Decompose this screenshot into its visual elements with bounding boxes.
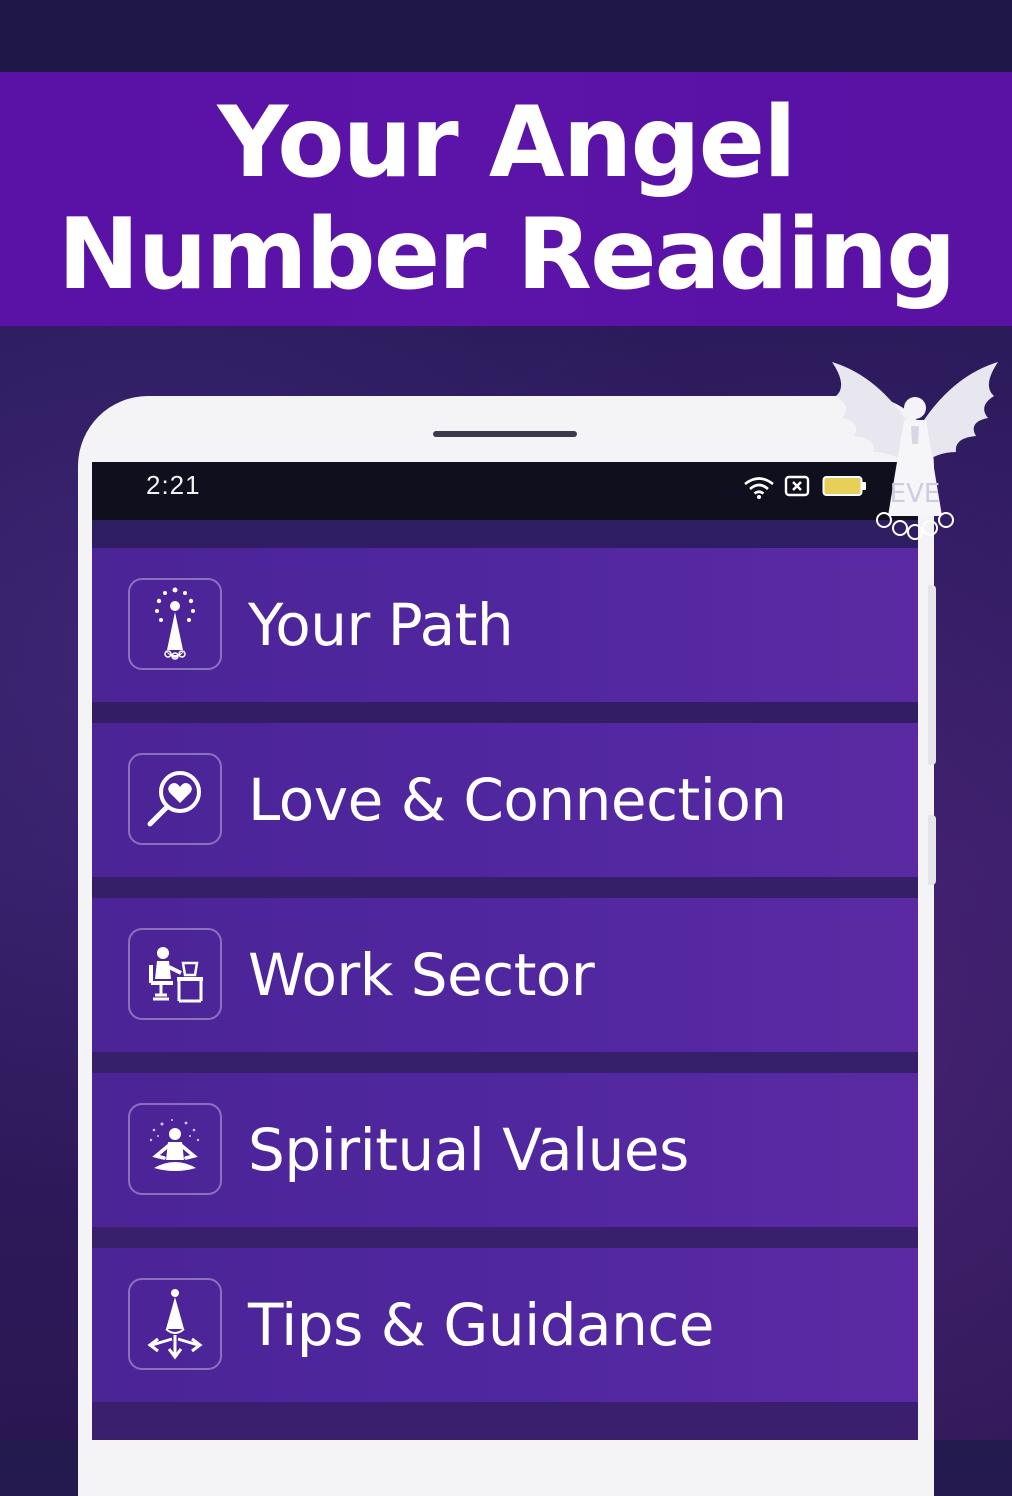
menu-item-label: Your Path <box>248 591 514 659</box>
menu-item-label: Tips & Guidance <box>248 1291 714 1359</box>
icon-frame <box>128 1103 222 1195</box>
angel-logo: EVE <box>832 362 998 540</box>
wifi-icon <box>744 477 774 499</box>
phone-power-button <box>928 815 936 885</box>
menu-item-spiritual-values[interactable]: Spiritual Values <box>92 1073 918 1227</box>
icon-frame <box>128 753 222 845</box>
menu-item-label: Love & Connection <box>248 766 787 834</box>
phone-speaker <box>433 431 577 437</box>
status-time: 2:21 <box>146 470 201 500</box>
menu-item-label: Spiritual Values <box>248 1116 689 1184</box>
guidance-arrows-icon <box>147 1289 203 1360</box>
phone-volume-button <box>928 585 936 765</box>
no-sim-icon <box>784 475 810 497</box>
menu-item-your-path[interactable]: Your Path <box>92 548 918 702</box>
promo-banner: Your Angel Number Reading <box>0 72 1012 326</box>
menu-item-work-sector[interactable]: Work Sector <box>92 898 918 1052</box>
desk-worker-icon <box>149 947 203 1003</box>
banner-title-line2: Number Reading <box>57 198 957 312</box>
heart-search-icon <box>147 771 201 827</box>
banner-title-line1: Your Angel <box>217 86 796 200</box>
menu-item-love-connection[interactable]: Love & Connection <box>92 723 918 877</box>
icon-frame <box>128 1278 222 1370</box>
icon-frame <box>128 928 222 1020</box>
status-bar: 2:21 <box>92 462 918 520</box>
meditation-icon <box>149 1119 200 1171</box>
phone-screen: 2:21 Your Path Love & Connection Work Se… <box>92 462 918 1440</box>
angel-figure-icon <box>155 587 195 660</box>
icon-frame <box>128 578 222 670</box>
menu-item-label: Work Sector <box>248 941 595 1009</box>
top-strip <box>0 0 1012 72</box>
logo-text: EVE <box>890 479 941 509</box>
menu-item-tips-guidance[interactable]: Tips & Guidance <box>92 1248 918 1402</box>
